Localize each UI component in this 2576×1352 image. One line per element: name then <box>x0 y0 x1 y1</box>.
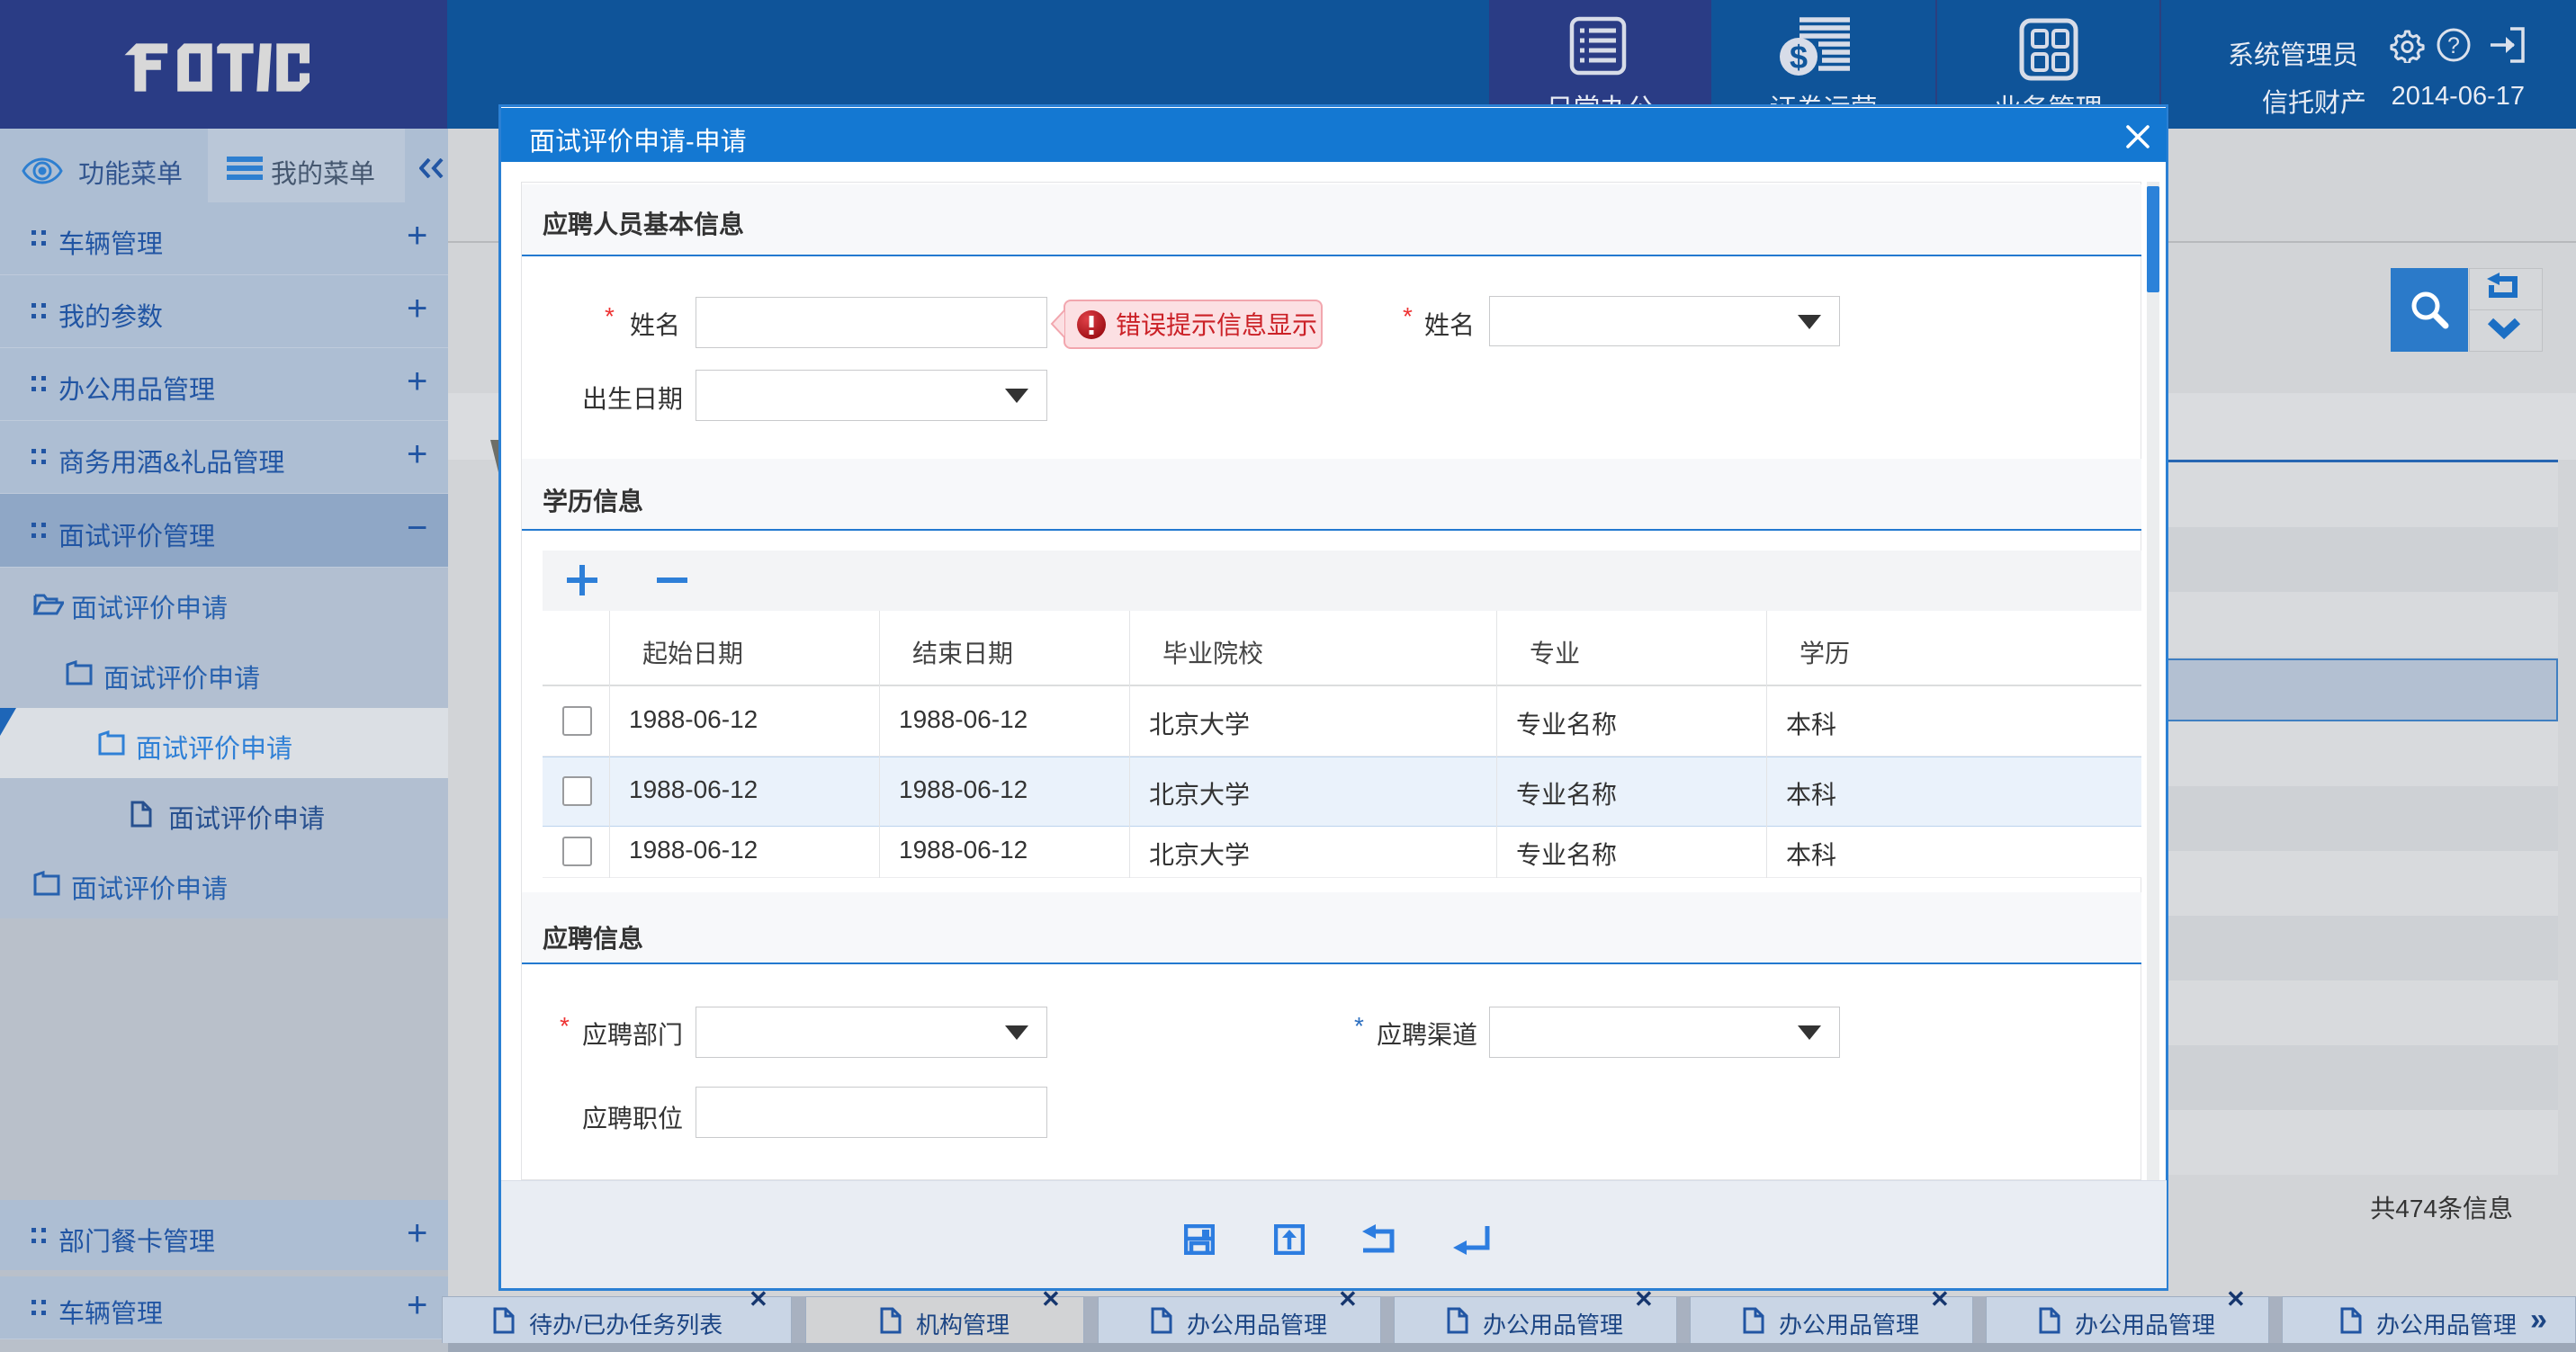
svg-text:$: $ <box>1790 39 1808 76</box>
svg-text:?: ? <box>2447 33 2460 58</box>
